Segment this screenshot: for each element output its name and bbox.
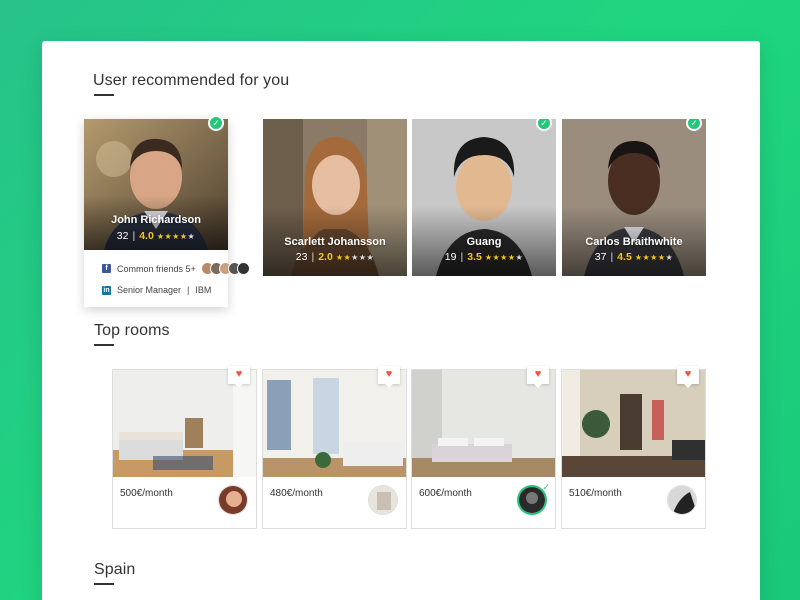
room-price: 510€/month [569,488,622,499]
spain-section-title: Spain [94,561,136,578]
user-age-rating: 32 | 4.0 ★★★★★ [116,230,196,242]
room-card[interactable]: ♥ 600€/month ✓ [411,366,556,529]
rating-stars-icon: ★★★★★ [335,253,375,262]
user-card-guang[interactable]: ✓ Guang 19 | 3.5 ★★★★★ [412,119,556,276]
company-name: IBM [195,285,212,295]
favorite-heart-icon[interactable]: ♥ [378,366,400,388]
user-card-carlos-braithwhite[interactable]: ✓ Carlos Braithwhite 37 | 4.5 ★★★★★ [562,119,706,276]
user-rating: 2.0 [318,251,333,263]
user-age-rating: 37 | 4.5 ★★★★★ [594,251,674,263]
favorite-heart-icon[interactable]: ♥ [527,366,549,388]
user-name: John Richardson [111,214,201,226]
job-row: in Senior Manager | IBM [102,285,211,295]
user-card-scarlett-johansson[interactable]: Scarlett Johansson 23 | 2.0 ★★★★★ [263,119,407,276]
room-card[interactable]: ♥ 510€/month [561,366,706,529]
user-name: Guang [466,236,502,248]
title-underline [94,583,114,585]
facebook-icon: f [102,264,111,273]
room-card[interactable]: ♥ 500€/month [112,366,257,529]
job-separator: | [187,285,190,295]
owner-avatar[interactable] [667,485,697,515]
user-name: Carlos Braithwhite [585,236,683,248]
rooms-section-title: Top rooms [94,322,170,339]
linkedin-icon: in [102,285,111,295]
common-friends-row: f Common friends 5+ [102,262,250,275]
user-age: 19 [444,251,457,263]
user-age-rating: 23 | 2.0 ★★★★★ [295,251,375,263]
owner-avatar[interactable] [368,485,398,515]
user-age: 32 [116,230,129,242]
user-rating: 3.5 [467,251,482,263]
rating-stars-icon: ★★★★★ [156,232,196,241]
recommendations-panel: User recommended for you John Richardson [42,41,760,600]
job-title: Senior Manager [117,285,182,295]
rating-stars-icon: ★★★★★ [484,253,524,262]
common-friends-avatars[interactable] [200,262,250,275]
friend-avatar [236,262,250,275]
room-price: 500€/month [120,488,173,499]
title-underline [94,344,114,346]
user-age-rating: 19 | 3.5 ★★★★★ [444,251,524,263]
room-price: 480€/month [270,488,323,499]
user-age: 37 [594,251,607,263]
common-friends-label: Common friends 5+ [117,263,196,274]
favorite-heart-icon[interactable]: ♥ [228,366,250,388]
user-age: 23 [295,251,308,263]
user-card-john-richardson[interactable]: John Richardson 32 | 4.0 ★★★★★ ✓ f Common f… [84,115,250,307]
owner-avatar[interactable] [218,485,248,515]
user-rating: 4.0 [139,230,154,242]
room-price: 600€/month [419,488,472,499]
user-rating: 4.5 [617,251,632,263]
title-underline [94,94,114,96]
verified-check-icon: ✓ [542,482,550,492]
verified-check-icon: ✓ [208,115,224,131]
rating-stars-icon: ★★★★★ [634,253,674,262]
users-section-title: User recommended for you [93,72,290,89]
favorite-heart-icon[interactable]: ♥ [677,366,699,388]
user-name: Scarlett Johansson [284,236,386,248]
room-card[interactable]: ♥ 480€/month [262,366,407,529]
